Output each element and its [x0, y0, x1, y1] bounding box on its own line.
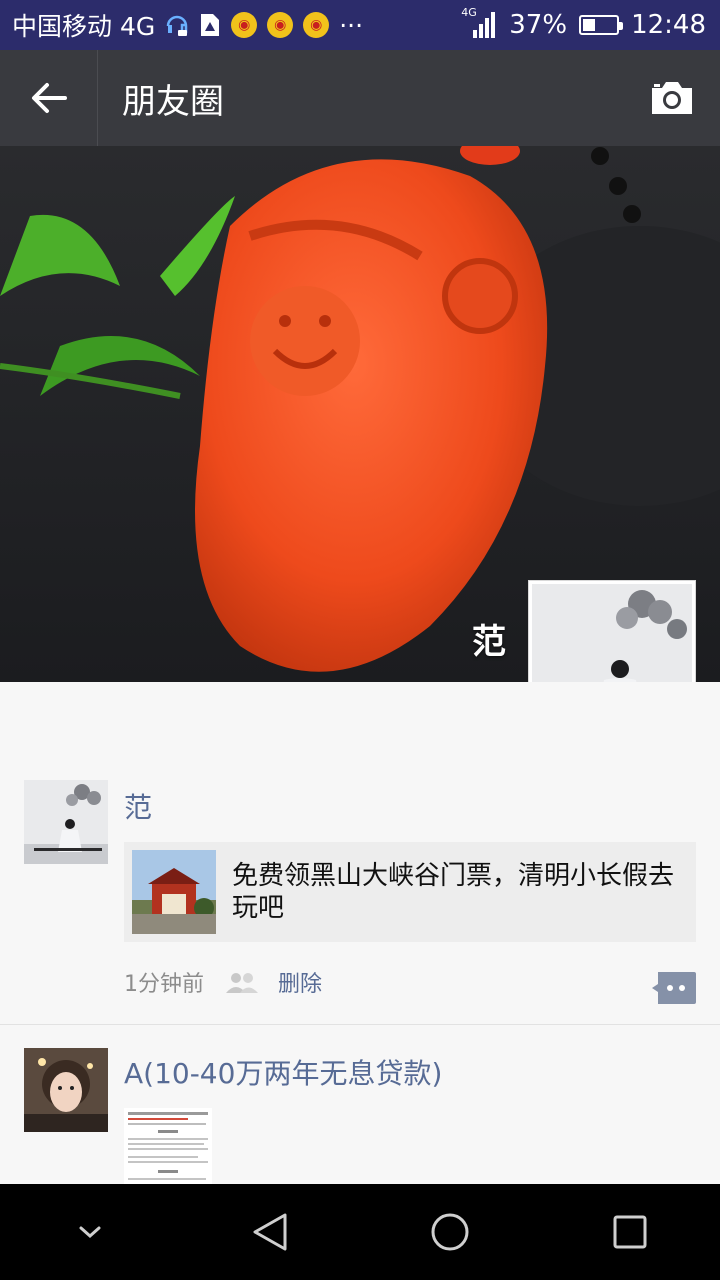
post-avatar[interactable] — [24, 1048, 108, 1132]
weibo-icon: ◉ — [231, 12, 258, 38]
post-image[interactable] — [124, 1108, 212, 1184]
page-title: 朋友圈 — [122, 81, 224, 122]
more-notifications-icon: ··· — [339, 10, 364, 40]
feed: 范 免费领黑山大峡谷门票，清明小长假去玩吧 1分钟前 删除 A(10-40万两年… — [0, 682, 720, 1184]
clock: 12:48 — [631, 10, 706, 40]
headset-icon — [166, 15, 188, 36]
camera-icon — [652, 82, 692, 114]
chevron-down-icon — [79, 1226, 101, 1239]
battery-percent: 37% — [509, 10, 568, 40]
hide-nav-button[interactable] — [42, 1184, 138, 1280]
circle-home-icon — [431, 1213, 469, 1251]
navigation-bar — [0, 1184, 720, 1280]
signal-icon: 4G — [461, 6, 497, 38]
battery-icon — [579, 15, 624, 35]
arrow-left-icon — [31, 83, 67, 113]
back-nav-button[interactable] — [222, 1184, 318, 1280]
home-nav-button[interactable] — [402, 1184, 498, 1280]
network-type-label: 4G — [461, 6, 477, 19]
status-right: 4G 37% 12:48 — [461, 6, 720, 40]
profile-name: 范 — [472, 622, 506, 662]
status-left: 中国移动 4G ◉ ◉ ◉ ··· — [0, 7, 363, 43]
back-button[interactable] — [0, 50, 98, 146]
sim-alert-icon — [201, 14, 220, 36]
triangle-back-icon — [253, 1213, 287, 1251]
weibo-icon: ◉ — [303, 12, 330, 38]
recents-nav-button[interactable] — [582, 1184, 678, 1280]
weibo-icon: ◉ — [267, 12, 294, 38]
square-recents-icon — [613, 1215, 647, 1249]
post: A(10-40万两年无息贷款) — [0, 682, 720, 1184]
post-nickname[interactable]: A(10-40万两年无息贷款) — [124, 1052, 442, 1092]
battery-fill — [583, 19, 595, 31]
status-bar: 中国移动 4G ◉ ◉ ◉ ··· 4G 37% 12:48 — [0, 0, 720, 50]
carrier-label: 中国移动 4G — [12, 12, 156, 41]
top-bar: 朋友圈 — [0, 50, 720, 146]
camera-button[interactable] — [624, 50, 720, 146]
